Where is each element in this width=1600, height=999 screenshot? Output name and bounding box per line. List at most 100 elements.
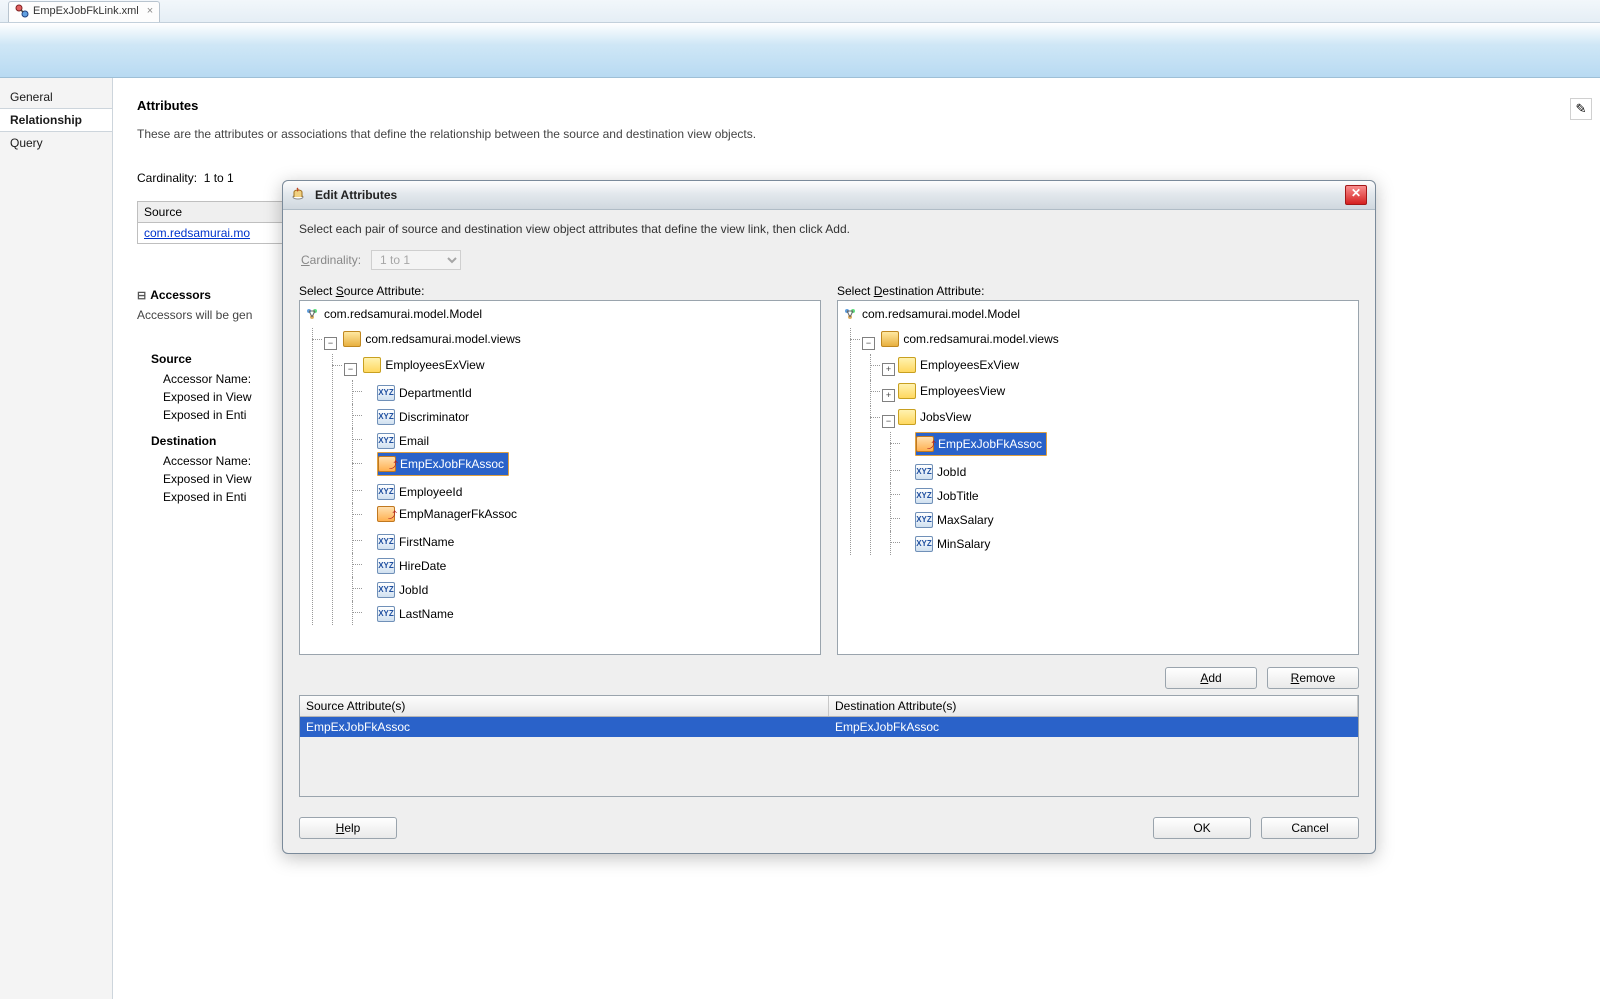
view-icon	[898, 383, 916, 399]
tree-node-label: EmpManagerFkAssoc	[399, 503, 517, 525]
tree-node-label: FirstName	[399, 531, 454, 553]
attr-icon: XYZ	[915, 536, 933, 552]
tree-node-label: com.redsamurai.model.Model	[324, 303, 482, 325]
source-attr-column-header: Source Attribute(s)	[300, 696, 829, 716]
toolbar-band	[0, 23, 1600, 78]
tree-attr[interactable]: XYZMinSalary	[915, 533, 994, 555]
expand-toggle[interactable]: −	[344, 363, 357, 376]
java-cup-icon	[291, 186, 307, 205]
tree-attr[interactable]: XYZJobId	[377, 579, 432, 601]
source-attribute-tree[interactable]: com.redsamurai.model.Model − com.redsamu…	[299, 300, 821, 655]
tree-attr[interactable]: EmpExJobFkAssoc	[377, 452, 509, 476]
file-tab[interactable]: EmpExJobFkLink.xml ×	[8, 1, 160, 22]
tree-attr[interactable]: EmpManagerFkAssoc	[377, 503, 521, 525]
ok-button[interactable]: OK	[1153, 817, 1251, 839]
view-icon	[363, 357, 381, 373]
dialog-titlebar[interactable]: Edit Attributes ✕	[283, 181, 1375, 210]
tree-node-label: com.redsamurai.model.views	[365, 328, 520, 350]
attr-icon: XYZ	[915, 488, 933, 504]
tree-node-label: EmployeesView	[920, 380, 1005, 402]
dialog-close-button[interactable]: ✕	[1345, 185, 1367, 205]
attribute-pair-table[interactable]: Source Attribute(s) Destination Attribut…	[299, 695, 1359, 797]
side-tab-general[interactable]: General	[0, 86, 112, 108]
dest-attr-cell: EmpExJobFkAssoc	[829, 717, 1358, 737]
cancel-button[interactable]: Cancel	[1261, 817, 1359, 839]
tree-node-label: Discriminator	[399, 406, 469, 428]
tree-attr[interactable]: XYZDiscriminator	[377, 406, 473, 428]
source-tree-caption: Select Source Attribute:	[299, 284, 821, 298]
tree-node-label: HireDate	[399, 555, 446, 577]
edit-attributes-button[interactable]: ✎	[1570, 98, 1592, 120]
help-button[interactable]: Help	[299, 817, 397, 839]
side-tab-relationship[interactable]: Relationship	[0, 108, 112, 132]
add-button[interactable]: Add	[1165, 667, 1257, 689]
file-tab-label: EmpExJobFkLink.xml	[33, 5, 139, 17]
cardinality-value: 1 to 1	[204, 171, 234, 185]
model-icon	[842, 307, 858, 321]
attr-icon: XYZ	[915, 464, 933, 480]
dialog-cardinality-label: Cardinality:	[301, 253, 361, 267]
dest-attr-column-header: Destination Attribute(s)	[829, 696, 1358, 716]
tree-node-label: EmpExJobFkAssoc	[400, 453, 504, 475]
cardinality-label: Cardinality:	[137, 171, 197, 185]
editor-side-tabs: General Relationship Query	[0, 78, 113, 999]
tree-attr[interactable]: XYZEmployeeId	[377, 481, 466, 503]
expand-toggle[interactable]: +	[882, 389, 895, 402]
tree-attr[interactable]: XYZFirstName	[377, 531, 458, 553]
tree-node-label: MinSalary	[937, 533, 990, 555]
tree-attr[interactable]: XYZDepartmentId	[377, 382, 476, 404]
tree-model-root[interactable]: com.redsamurai.model.Model	[304, 303, 486, 325]
tree-node-label: DepartmentId	[399, 382, 472, 404]
tree-attr[interactable]: XYZMaxSalary	[915, 509, 998, 531]
expand-toggle[interactable]: +	[882, 363, 895, 376]
attr-icon: XYZ	[377, 534, 395, 550]
viewlink-icon	[15, 4, 29, 18]
tree-model-root[interactable]: com.redsamurai.model.Model	[842, 303, 1024, 325]
model-icon	[304, 307, 320, 321]
close-tab-icon[interactable]: ×	[147, 5, 153, 17]
tab-strip: EmpExJobFkLink.xml ×	[0, 0, 1600, 23]
attr-icon: XYZ	[377, 484, 395, 500]
section-heading: Attributes	[137, 98, 1576, 113]
expand-toggle[interactable]: −	[324, 337, 337, 350]
tree-view[interactable]: EmployeesExView	[363, 354, 488, 376]
attr-icon: XYZ	[915, 512, 933, 528]
tree-view[interactable]: EmployeesExView	[898, 354, 1023, 376]
section-desc: These are the attributes or associations…	[137, 127, 1576, 141]
tree-node-label: EmpExJobFkAssoc	[938, 433, 1042, 455]
tree-view[interactable]: EmployeesView	[898, 380, 1009, 402]
remove-button[interactable]: Remove	[1267, 667, 1359, 689]
assoc-icon	[378, 456, 396, 472]
source-attr-cell: EmpExJobFkAssoc	[300, 717, 829, 737]
cardinality-select[interactable]: 1 to 1	[371, 250, 461, 270]
attr-icon: XYZ	[377, 385, 395, 401]
tree-node-label: com.redsamurai.model.views	[903, 328, 1058, 350]
tree-attr[interactable]: XYZLastName	[377, 603, 458, 625]
tree-node-label: JobsView	[920, 406, 971, 428]
expand-toggle[interactable]: −	[882, 415, 895, 428]
tree-node-label: LastName	[399, 603, 454, 625]
dialog-instruction: Select each pair of source and destinati…	[299, 222, 1359, 236]
tree-node-label: EmployeeId	[399, 481, 462, 503]
tree-attr[interactable]: EmpExJobFkAssoc	[915, 432, 1047, 456]
assoc-icon	[916, 436, 934, 452]
tree-attr[interactable]: XYZJobId	[915, 461, 970, 483]
source-view-link[interactable]: com.redsamurai.mo	[144, 226, 250, 240]
tree-node-label: MaxSalary	[937, 509, 994, 531]
view-icon	[898, 357, 916, 373]
tree-package[interactable]: com.redsamurai.model.views	[881, 328, 1062, 350]
expand-toggle[interactable]: −	[862, 337, 875, 350]
dest-attribute-tree[interactable]: com.redsamurai.model.Model − com.redsamu…	[837, 300, 1359, 655]
tree-node-label: JobId	[937, 461, 966, 483]
tree-attr[interactable]: XYZJobTitle	[915, 485, 983, 507]
attribute-pair-row[interactable]: EmpExJobFkAssoc EmpExJobFkAssoc	[300, 717, 1358, 737]
attr-icon: XYZ	[377, 409, 395, 425]
tree-node-label: EmployeesExView	[920, 354, 1019, 376]
tree-attr[interactable]: XYZHireDate	[377, 555, 450, 577]
tree-node-label: EmployeesExView	[385, 354, 484, 376]
side-tab-query[interactable]: Query	[0, 132, 112, 154]
tree-package[interactable]: com.redsamurai.model.views	[343, 328, 524, 350]
tree-view[interactable]: JobsView	[898, 406, 975, 428]
tree-node-label: JobTitle	[937, 485, 979, 507]
tree-attr[interactable]: XYZEmail	[377, 430, 433, 452]
